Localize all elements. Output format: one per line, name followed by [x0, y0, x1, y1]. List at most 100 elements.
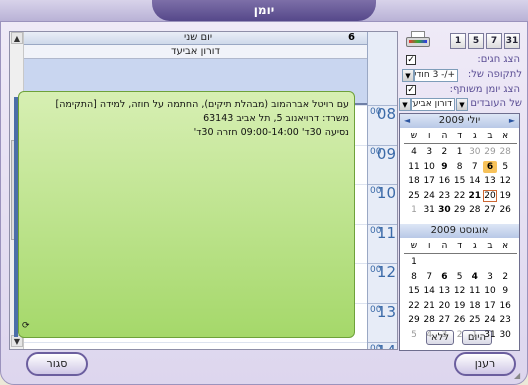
calendar-day[interactable]: 31: [422, 204, 436, 216]
calendar-day[interactable]: 26: [453, 314, 467, 326]
show-holidays-checkbox[interactable]: ✓: [406, 55, 416, 65]
calendar-day[interactable]: [498, 256, 512, 268]
calendar-day[interactable]: 30: [468, 146, 482, 158]
calendar-day[interactable]: 27: [437, 314, 451, 326]
calendar-day[interactable]: 13: [483, 175, 497, 187]
shared-dropdown-arrow[interactable]: ▼: [399, 98, 411, 111]
calendar-day[interactable]: 17: [422, 175, 436, 187]
refresh-button[interactable]: רענן: [454, 352, 516, 376]
calendar-day[interactable]: 18: [407, 175, 421, 187]
calendar-day[interactable]: 6: [437, 271, 451, 283]
calendar-day[interactable]: 25: [468, 314, 482, 326]
calendar-day[interactable]: 11: [407, 161, 421, 173]
calendar-day[interactable]: 3: [437, 329, 451, 341]
calendar-day[interactable]: 16: [498, 300, 512, 312]
calendar-day[interactable]: 4: [407, 146, 421, 158]
calendar-day[interactable]: 14: [468, 175, 482, 187]
calendar-day[interactable]: 31: [483, 329, 497, 341]
calendar-day[interactable]: 30: [498, 329, 512, 341]
resize-grip-icon[interactable]: ◢: [514, 371, 524, 381]
calendar-day[interactable]: 28: [468, 204, 482, 216]
calendar-day[interactable]: 23: [437, 190, 451, 202]
calendar-day[interactable]: 15: [453, 175, 467, 187]
period-select[interactable]: +/- 3 חודשים: [414, 69, 458, 82]
calendar-day[interactable]: 8: [407, 271, 421, 283]
calendar-day[interactable]: 10: [483, 285, 497, 297]
calendar-day[interactable]: 28: [498, 146, 512, 158]
calendar-day[interactable]: 5: [498, 161, 512, 173]
calendar-day[interactable]: 17: [483, 300, 497, 312]
show-shared-checkbox[interactable]: ✓: [406, 85, 416, 95]
calendar-day[interactable]: 21: [468, 190, 482, 202]
calendar-day[interactable]: 9: [498, 285, 512, 297]
calendar-day[interactable]: 20: [483, 189, 497, 202]
calendar-day[interactable]: 29: [483, 146, 497, 158]
mini-calendar[interactable]: ללא היום ◄ ► יולי 2009 א ב ג ד ה ו ש 28 29 30 1 2 3 4 5 6 7…: [399, 113, 520, 351]
calendar-day[interactable]: [422, 256, 436, 268]
calendar-day[interactable]: 23: [498, 314, 512, 326]
view-month-button[interactable]: 31: [504, 33, 520, 49]
close-button[interactable]: סגור: [26, 352, 88, 376]
calendar-day[interactable]: 12: [453, 285, 467, 297]
calendar-day[interactable]: 3: [483, 271, 497, 283]
calendar-day[interactable]: 1: [407, 256, 421, 268]
calendar-day[interactable]: 9: [437, 161, 451, 173]
employee-dropdown-arrow[interactable]: ▼: [456, 98, 468, 111]
calendar-day[interactable]: 30: [437, 204, 451, 216]
weekday-header: ה: [441, 241, 448, 251]
calendar-day[interactable]: 2: [498, 271, 512, 283]
calendar-day[interactable]: [468, 256, 482, 268]
calendar-day[interactable]: 29: [407, 314, 421, 326]
calendar-day[interactable]: 2: [437, 146, 451, 158]
calendar-day[interactable]: 26: [498, 204, 512, 216]
calendar-day[interactable]: 16: [437, 175, 451, 187]
prev-month-icon[interactable]: ◄: [404, 114, 410, 128]
next-month-icon[interactable]: ►: [509, 114, 515, 128]
calendar-day[interactable]: 24: [422, 190, 436, 202]
calendar-day[interactable]: 7: [422, 271, 436, 283]
calendar-day[interactable]: 22: [407, 300, 421, 312]
calendar-day[interactable]: 5: [453, 271, 467, 283]
calendar-day[interactable]: 7: [468, 161, 482, 173]
calendar-day[interactable]: 28: [422, 314, 436, 326]
view-1-day-button[interactable]: 1: [450, 33, 466, 49]
calendar-day[interactable]: 19: [498, 190, 512, 202]
calendar-day[interactable]: 20: [437, 300, 451, 312]
appointment-event[interactable]: עם רויטל אברהמוב (מבהלת תיקים), החתמה על…: [18, 91, 355, 338]
calendar-day[interactable]: 11: [468, 285, 482, 297]
period-dropdown-arrow[interactable]: ▼: [402, 69, 414, 82]
view-5-day-button[interactable]: 5: [468, 33, 484, 49]
calendar-day[interactable]: [483, 256, 497, 268]
calendar-day[interactable]: 29: [453, 204, 467, 216]
calendar-day[interactable]: 4: [468, 271, 482, 283]
calendar-day[interactable]: 13: [437, 285, 451, 297]
calendar-day[interactable]: 4: [422, 329, 436, 341]
calendar-day[interactable]: 3: [422, 146, 436, 158]
calendar-day[interactable]: 19: [453, 300, 467, 312]
calendar-day[interactable]: 18: [468, 300, 482, 312]
calendar-day[interactable]: 1: [453, 146, 467, 158]
calendar-day[interactable]: 15: [407, 285, 421, 297]
calendar-day[interactable]: [437, 256, 451, 268]
printer-icon[interactable]: [406, 31, 430, 49]
calendar-day[interactable]: 5: [407, 329, 421, 341]
calendar-day[interactable]: 2: [453, 329, 467, 341]
calendar-day[interactable]: [453, 256, 467, 268]
calendar-day[interactable]: 24: [483, 314, 497, 326]
calendar-day[interactable]: 21: [422, 300, 436, 312]
options-panel: 1 5 7 31 ✓ הצג חגים: ▼ +/- 3 חודשים לתקו…: [399, 29, 522, 351]
calendar-day[interactable]: 27: [483, 204, 497, 216]
calendar-day[interactable]: 1: [468, 329, 482, 341]
calendar-day[interactable]: 22: [453, 190, 467, 202]
calendar-day[interactable]: 8: [453, 161, 467, 173]
view-week-button[interactable]: 7: [486, 33, 502, 49]
employee-select[interactable]: דורון אביעד: [411, 98, 455, 111]
calendar-day[interactable]: 10: [422, 161, 436, 173]
calendar-day[interactable]: 1: [407, 204, 421, 216]
scroll-up-icon[interactable]: ▲: [11, 32, 23, 44]
calendar-day[interactable]: 14: [422, 285, 436, 297]
calendar-day[interactable]: 25: [407, 190, 421, 202]
day-header[interactable]: 6 יום שני: [24, 32, 367, 45]
calendar-day[interactable]: 6: [483, 160, 497, 173]
calendar-day[interactable]: 12: [498, 175, 512, 187]
